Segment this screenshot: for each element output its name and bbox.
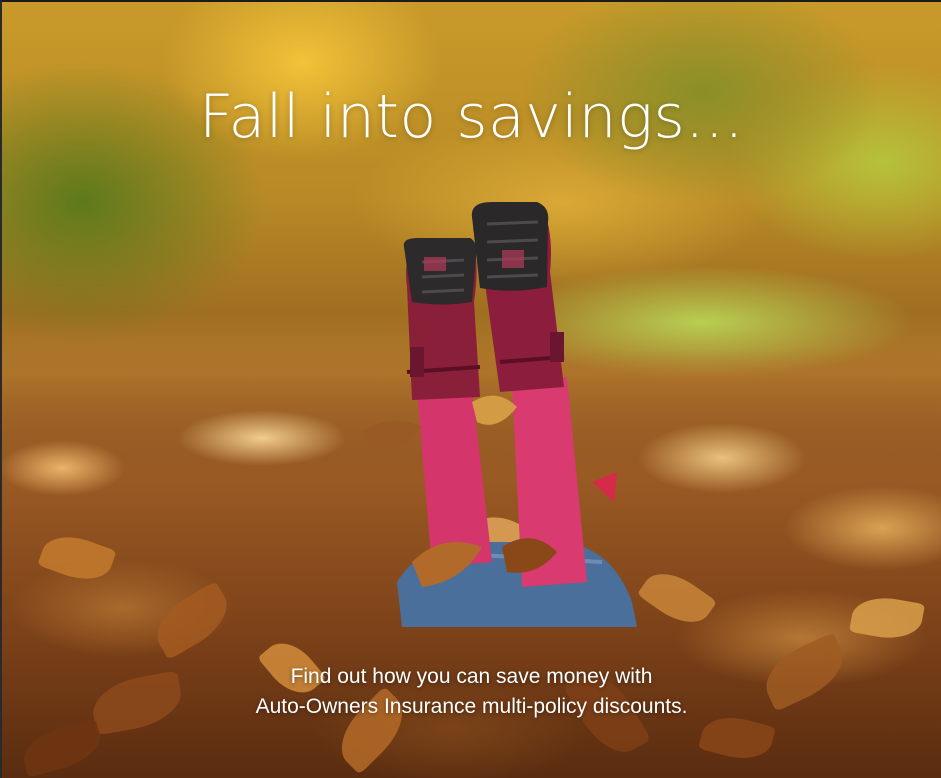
ad-banner: Fall into savings... Find out how you ca… [0, 0, 941, 778]
caption-line-2: Auto-Owners Insurance multi-policy disco… [255, 695, 688, 718]
autumn-leaves-photo: Fall into savings... Find out how you ca… [2, 2, 941, 778]
caption: Find out how you can save money with Aut… [2, 662, 941, 722]
caption-line-1: Find out how you can save money with [290, 665, 653, 688]
headline: Fall into savings... [199, 82, 744, 152]
